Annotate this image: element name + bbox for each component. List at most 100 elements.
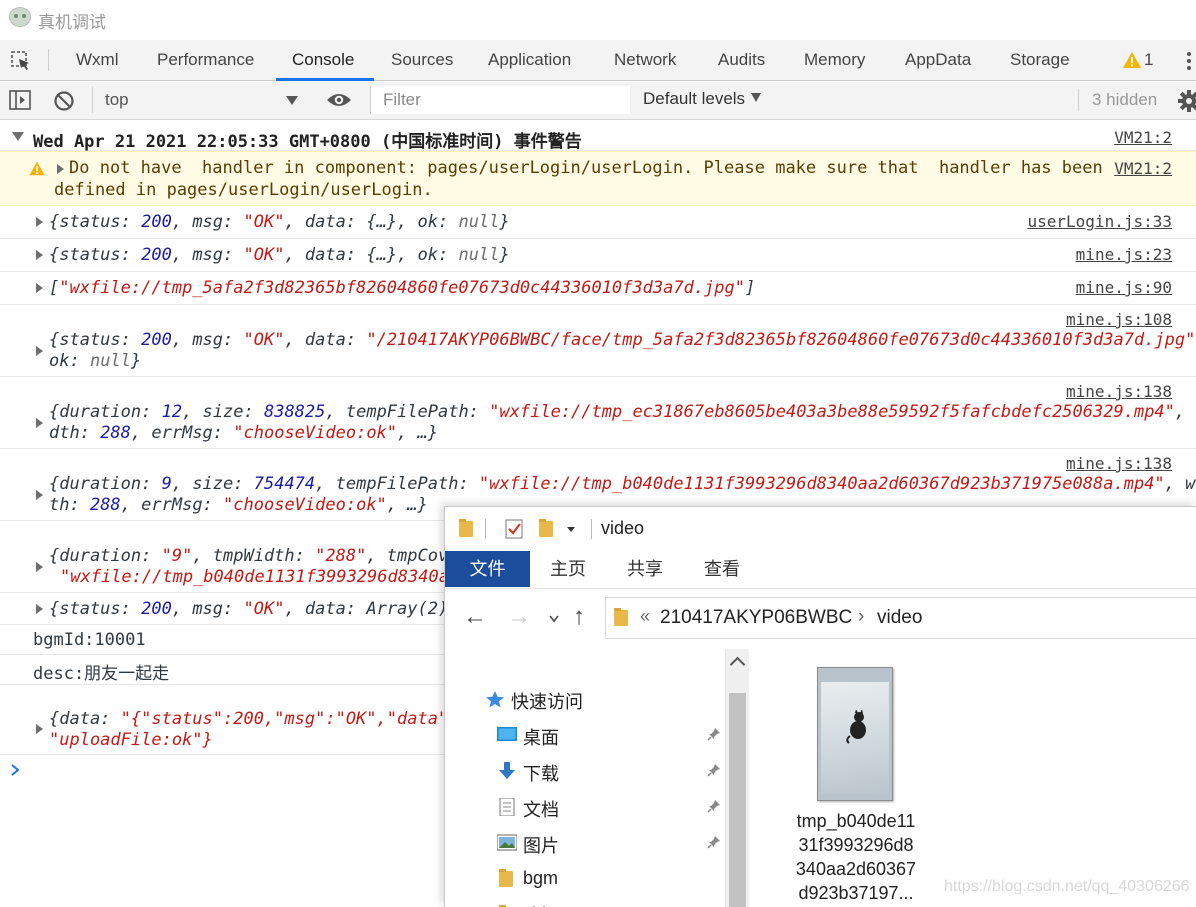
sidebar-toggle-icon[interactable] bbox=[9, 90, 31, 110]
expand-arrow-icon[interactable] bbox=[36, 604, 43, 614]
expand-arrow-icon[interactable] bbox=[36, 724, 43, 734]
clear-console-icon[interactable] bbox=[53, 90, 75, 112]
overflow-chevron-icon[interactable]: « bbox=[640, 606, 650, 627]
log-object: {status: 200, msg: "OK", data: "/210417A… bbox=[49, 330, 1196, 350]
log-duration: 9 bbox=[161, 474, 172, 494]
warning-icon[interactable] bbox=[1122, 50, 1142, 70]
address-bar[interactable]: « 210417AKYP06BWBC › video bbox=[605, 597, 1196, 639]
more-options-icon[interactable] bbox=[1186, 50, 1192, 72]
filter-input[interactable] bbox=[370, 86, 630, 114]
back-arrow-icon[interactable]: ← bbox=[463, 605, 487, 629]
tab-application[interactable]: Application bbox=[488, 40, 571, 80]
console-log-row[interactable]: {status: 200, msg: "OK", data: {…}, ok: … bbox=[0, 206, 1196, 239]
tab-performance[interactable]: Performance bbox=[157, 40, 254, 80]
scrollbar-thumb[interactable] bbox=[729, 693, 746, 907]
inspect-element-icon[interactable] bbox=[10, 50, 32, 72]
tab-memory[interactable]: Memory bbox=[804, 40, 865, 80]
console-log-row[interactable]: ["wxfile://tmp_5afa2f3d82365bf82604860fe… bbox=[0, 272, 1196, 305]
source-link[interactable]: mine.js:108 bbox=[1066, 310, 1172, 329]
log-errmsg: "chooseVideo:ok" bbox=[223, 495, 387, 515]
nav-item-desktop[interactable]: 桌面 bbox=[485, 717, 725, 753]
tab-wxml[interactable]: Wxml bbox=[76, 40, 118, 80]
expand-arrow-icon[interactable] bbox=[57, 164, 64, 174]
ribbon-tab-home[interactable]: 主页 bbox=[543, 551, 593, 587]
nav-item-downloads[interactable]: 下载 bbox=[485, 753, 725, 789]
collapse-arrow-icon[interactable] bbox=[12, 132, 24, 141]
watermark-text: https://blog.csdn.net/qq_40306266 bbox=[944, 878, 1190, 895]
expand-arrow-icon[interactable] bbox=[36, 283, 43, 293]
desktop-icon bbox=[497, 727, 517, 741]
breadcrumb-item[interactable]: 210417AKYP06BWBC bbox=[660, 607, 852, 629]
video-file-thumbnail[interactable] bbox=[817, 667, 893, 801]
log-array-value: "wxfile://tmp_5afa2f3d82365bf82604860fe0… bbox=[59, 278, 745, 298]
source-link[interactable]: mine.js:138 bbox=[1066, 382, 1172, 401]
console-log-row[interactable]: mine.js:108 {status: 200, msg: "OK", dat… bbox=[0, 305, 1196, 377]
log-object: {duration: "9", tmpWidth: "288", tmpCove bbox=[49, 546, 459, 566]
pin-icon[interactable] bbox=[707, 835, 721, 849]
nav-item-label: 图片 bbox=[523, 836, 559, 856]
source-link[interactable]: mine.js:138 bbox=[1066, 454, 1172, 473]
tab-storage[interactable]: Storage bbox=[1010, 40, 1070, 80]
video-file-name[interactable]: tmp_b040de11 31f3993296d8 340aa2d60367 d… bbox=[781, 809, 931, 905]
expand-arrow-icon[interactable] bbox=[36, 562, 43, 572]
prompt-chevron-icon bbox=[11, 764, 20, 776]
expand-arrow-icon[interactable] bbox=[36, 490, 43, 500]
recent-locations-chevron-icon[interactable] bbox=[549, 615, 559, 623]
console-warning-row: Do not have handler in component: pages/… bbox=[0, 151, 1196, 206]
pin-icon[interactable] bbox=[707, 799, 721, 813]
document-icon bbox=[499, 798, 515, 816]
warning-count[interactable]: 1 bbox=[1144, 40, 1153, 80]
console-group-header[interactable]: Wed Apr 21 2021 22:05:33 GMT+0800 (中国标准时… bbox=[0, 121, 1196, 152]
nav-pane-scrollbar[interactable] bbox=[725, 649, 749, 907]
tab-appdata[interactable]: AppData bbox=[905, 40, 971, 80]
toolbar-separator bbox=[485, 519, 486, 539]
gear-icon[interactable] bbox=[1178, 90, 1196, 112]
expand-arrow-icon[interactable] bbox=[36, 418, 43, 428]
ribbon-tabs: 文件 主页 共享 查看 bbox=[445, 551, 1196, 589]
nav-item-quick-access[interactable]: 快速访问 bbox=[485, 681, 725, 717]
log-levels-select[interactable]: Default levels bbox=[643, 89, 762, 109]
nav-item-documents[interactable]: 文档 bbox=[485, 789, 725, 825]
ribbon-tab-file[interactable]: 文件 bbox=[445, 551, 530, 587]
eye-icon[interactable] bbox=[326, 90, 352, 110]
source-link[interactable]: VM21:2 bbox=[1114, 128, 1172, 147]
nav-item-pictures[interactable]: 图片 bbox=[485, 825, 725, 861]
tab-network[interactable]: Network bbox=[614, 40, 676, 80]
star-icon bbox=[486, 691, 504, 708]
log-text: desc:朋友一起走 bbox=[33, 664, 170, 684]
log-width: 288 bbox=[100, 423, 131, 443]
chevron-down-icon[interactable] bbox=[567, 527, 575, 532]
source-link[interactable]: userLogin.js:33 bbox=[1028, 212, 1173, 231]
log-errmsg: "uploadFile:ok"} bbox=[49, 730, 213, 750]
source-link[interactable]: VM21:2 bbox=[1114, 159, 1172, 178]
new-folder-icon[interactable] bbox=[539, 519, 553, 537]
ribbon-tab-share[interactable]: 共享 bbox=[620, 551, 670, 587]
expand-arrow-icon[interactable] bbox=[36, 346, 43, 356]
tab-audits[interactable]: Audits bbox=[718, 40, 765, 80]
scroll-up-arrow-icon[interactable] bbox=[729, 656, 746, 673]
forward-arrow-icon[interactable]: → bbox=[507, 605, 531, 629]
tab-console[interactable]: Console bbox=[292, 40, 354, 80]
properties-icon[interactable] bbox=[505, 519, 523, 539]
tab-sources[interactable]: Sources bbox=[391, 40, 453, 80]
pin-icon[interactable] bbox=[707, 727, 721, 741]
ribbon-tab-view[interactable]: 查看 bbox=[697, 551, 747, 587]
tab-separator bbox=[48, 49, 49, 71]
log-data-path: "/210417AKYP06BWBC/face/tmp_5afa2f3d8236… bbox=[366, 330, 1196, 350]
expand-arrow-icon[interactable] bbox=[36, 217, 43, 227]
console-log-row[interactable]: mine.js:138 {duration: 12, size: 838825,… bbox=[0, 377, 1196, 449]
console-log-row[interactable]: {status: 200, msg: "OK", data: {…}, ok: … bbox=[0, 239, 1196, 272]
source-link[interactable]: mine.js:90 bbox=[1076, 278, 1172, 297]
breadcrumb-item[interactable]: video bbox=[877, 607, 922, 629]
log-width: 288 bbox=[89, 495, 121, 515]
context-select[interactable]: top bbox=[92, 87, 304, 113]
log-temp-path: "wxfile://tmp_b040de1131f3993296d8340aa2… bbox=[478, 474, 1165, 494]
up-arrow-icon[interactable]: ↑ bbox=[573, 605, 585, 629]
chevron-down-icon bbox=[751, 93, 762, 102]
source-link[interactable]: mine.js:23 bbox=[1076, 245, 1172, 264]
breadcrumb-separator-icon[interactable]: › bbox=[858, 606, 864, 628]
nav-item-bgm[interactable]: bgm bbox=[485, 861, 725, 897]
pin-icon[interactable] bbox=[707, 763, 721, 777]
nav-item-videos[interactable]: videos bbox=[485, 897, 725, 907]
expand-arrow-icon[interactable] bbox=[36, 250, 43, 260]
